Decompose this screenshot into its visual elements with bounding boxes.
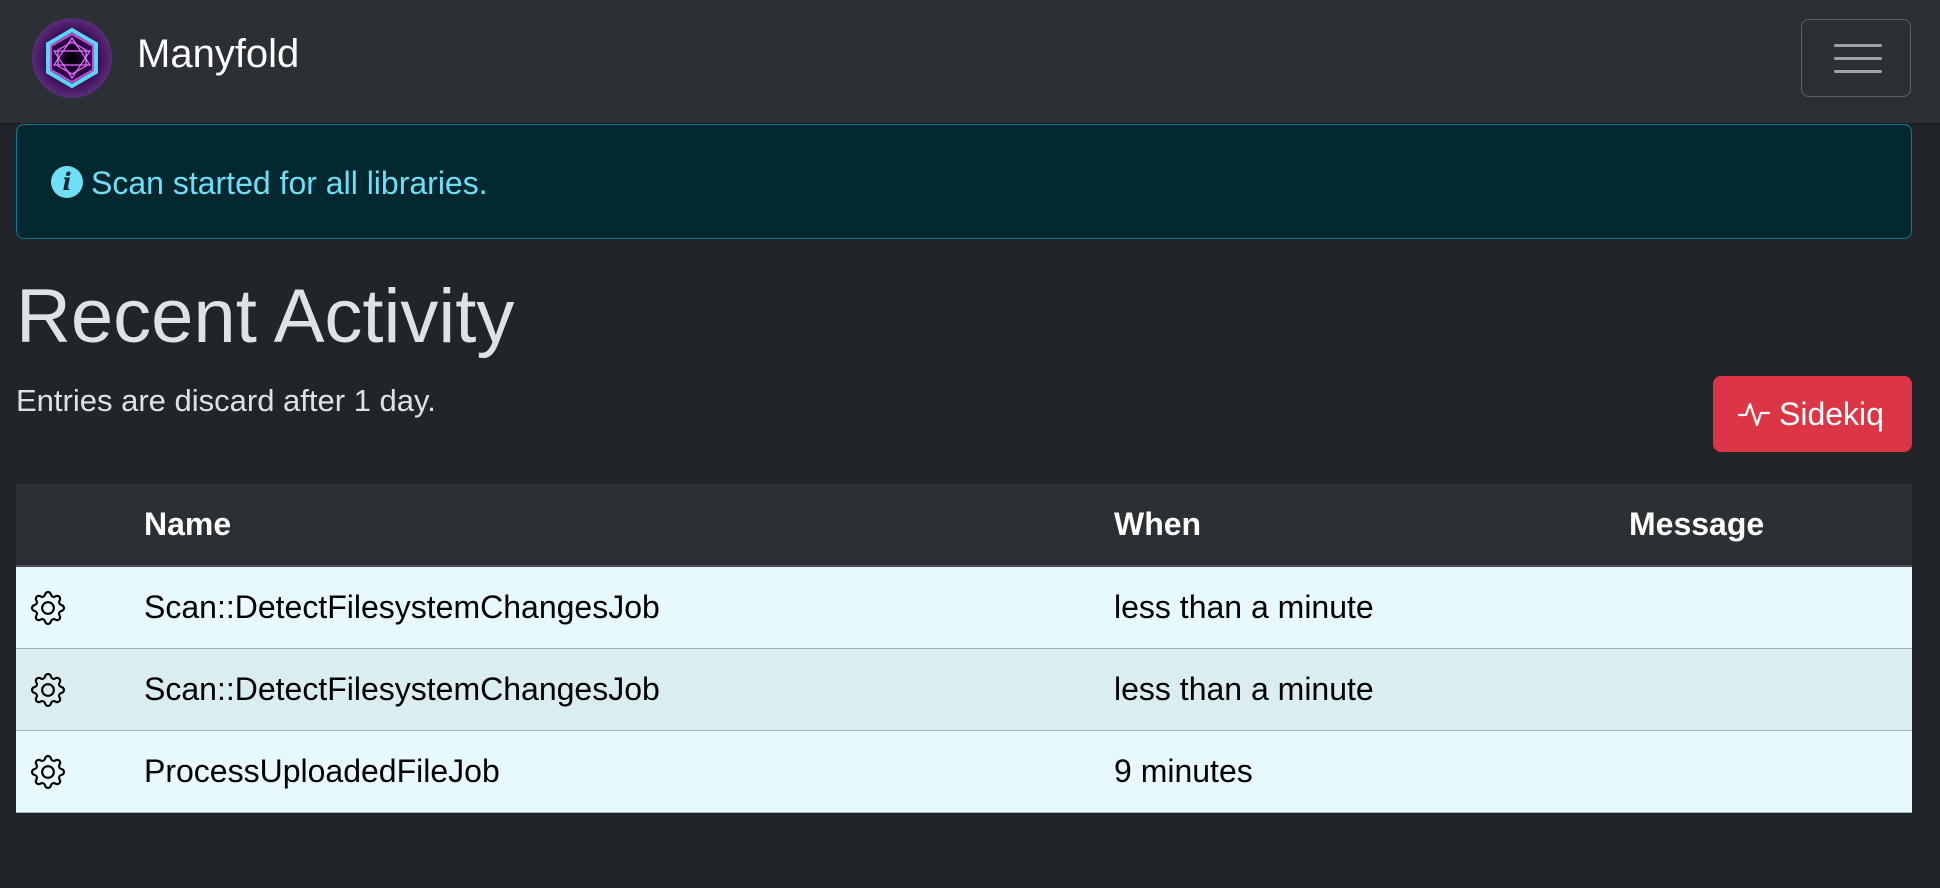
gear-icon <box>31 754 65 789</box>
row-when-cell: 9 minutes <box>1114 730 1629 813</box>
row-name-cell: Scan::DetectFilesystemChangesJob <box>144 648 1114 731</box>
activity-table-wrapper: Name When Message Scan::DetectFilesystem… <box>16 484 1912 813</box>
row-message-cell <box>1629 648 1912 731</box>
brand-name[interactable]: Manyfold <box>137 30 299 78</box>
top-navbar: Manyfold <box>0 0 1940 124</box>
row-name-cell: Scan::DetectFilesystemChangesJob <box>144 566 1114 649</box>
row-icon-cell <box>16 648 144 731</box>
info-alert: i Scan started for all libraries. <box>16 124 1912 239</box>
alert-message: Scan started for all libraries. <box>91 165 488 201</box>
column-header-name: Name <box>144 484 1114 567</box>
info-circle-icon: i <box>51 166 83 198</box>
table-row: Scan::DetectFilesystemChangesJob less th… <box>16 566 1912 649</box>
row-icon-cell <box>16 566 144 649</box>
row-icon-cell <box>16 730 144 813</box>
row-name-cell: ProcessUploadedFileJob <box>144 730 1114 813</box>
page-title: Recent Activity <box>16 274 515 359</box>
gear-icon <box>31 672 65 707</box>
manyfold-logo-icon[interactable] <box>32 18 112 98</box>
row-when-cell: less than a minute <box>1114 566 1629 649</box>
table-row: Scan::DetectFilesystemChangesJob less th… <box>16 648 1912 731</box>
gear-icon <box>31 590 65 625</box>
column-header-when: When <box>1114 484 1629 567</box>
sidekiq-button[interactable]: Sidekiq <box>1713 376 1912 452</box>
column-header-icon <box>16 484 144 567</box>
hamburger-menu-icon <box>1834 44 1882 47</box>
navbar-menu-toggle-button[interactable] <box>1801 19 1911 97</box>
activity-pulse-icon <box>1738 402 1770 427</box>
hamburger-menu-icon <box>1834 70 1882 73</box>
hamburger-menu-icon <box>1834 57 1882 60</box>
activity-table: Name When Message Scan::DetectFilesystem… <box>16 484 1912 813</box>
row-when-cell: less than a minute <box>1114 648 1629 731</box>
sidekiq-button-label: Sidekiq <box>1779 396 1884 432</box>
page-subtitle: Entries are discard after 1 day. <box>16 383 436 418</box>
table-row: ProcessUploadedFileJob 9 minutes <box>16 730 1912 813</box>
row-message-cell <box>1629 566 1912 649</box>
row-message-cell <box>1629 730 1912 813</box>
column-header-message: Message <box>1629 484 1912 567</box>
table-header-row: Name When Message <box>16 484 1912 567</box>
